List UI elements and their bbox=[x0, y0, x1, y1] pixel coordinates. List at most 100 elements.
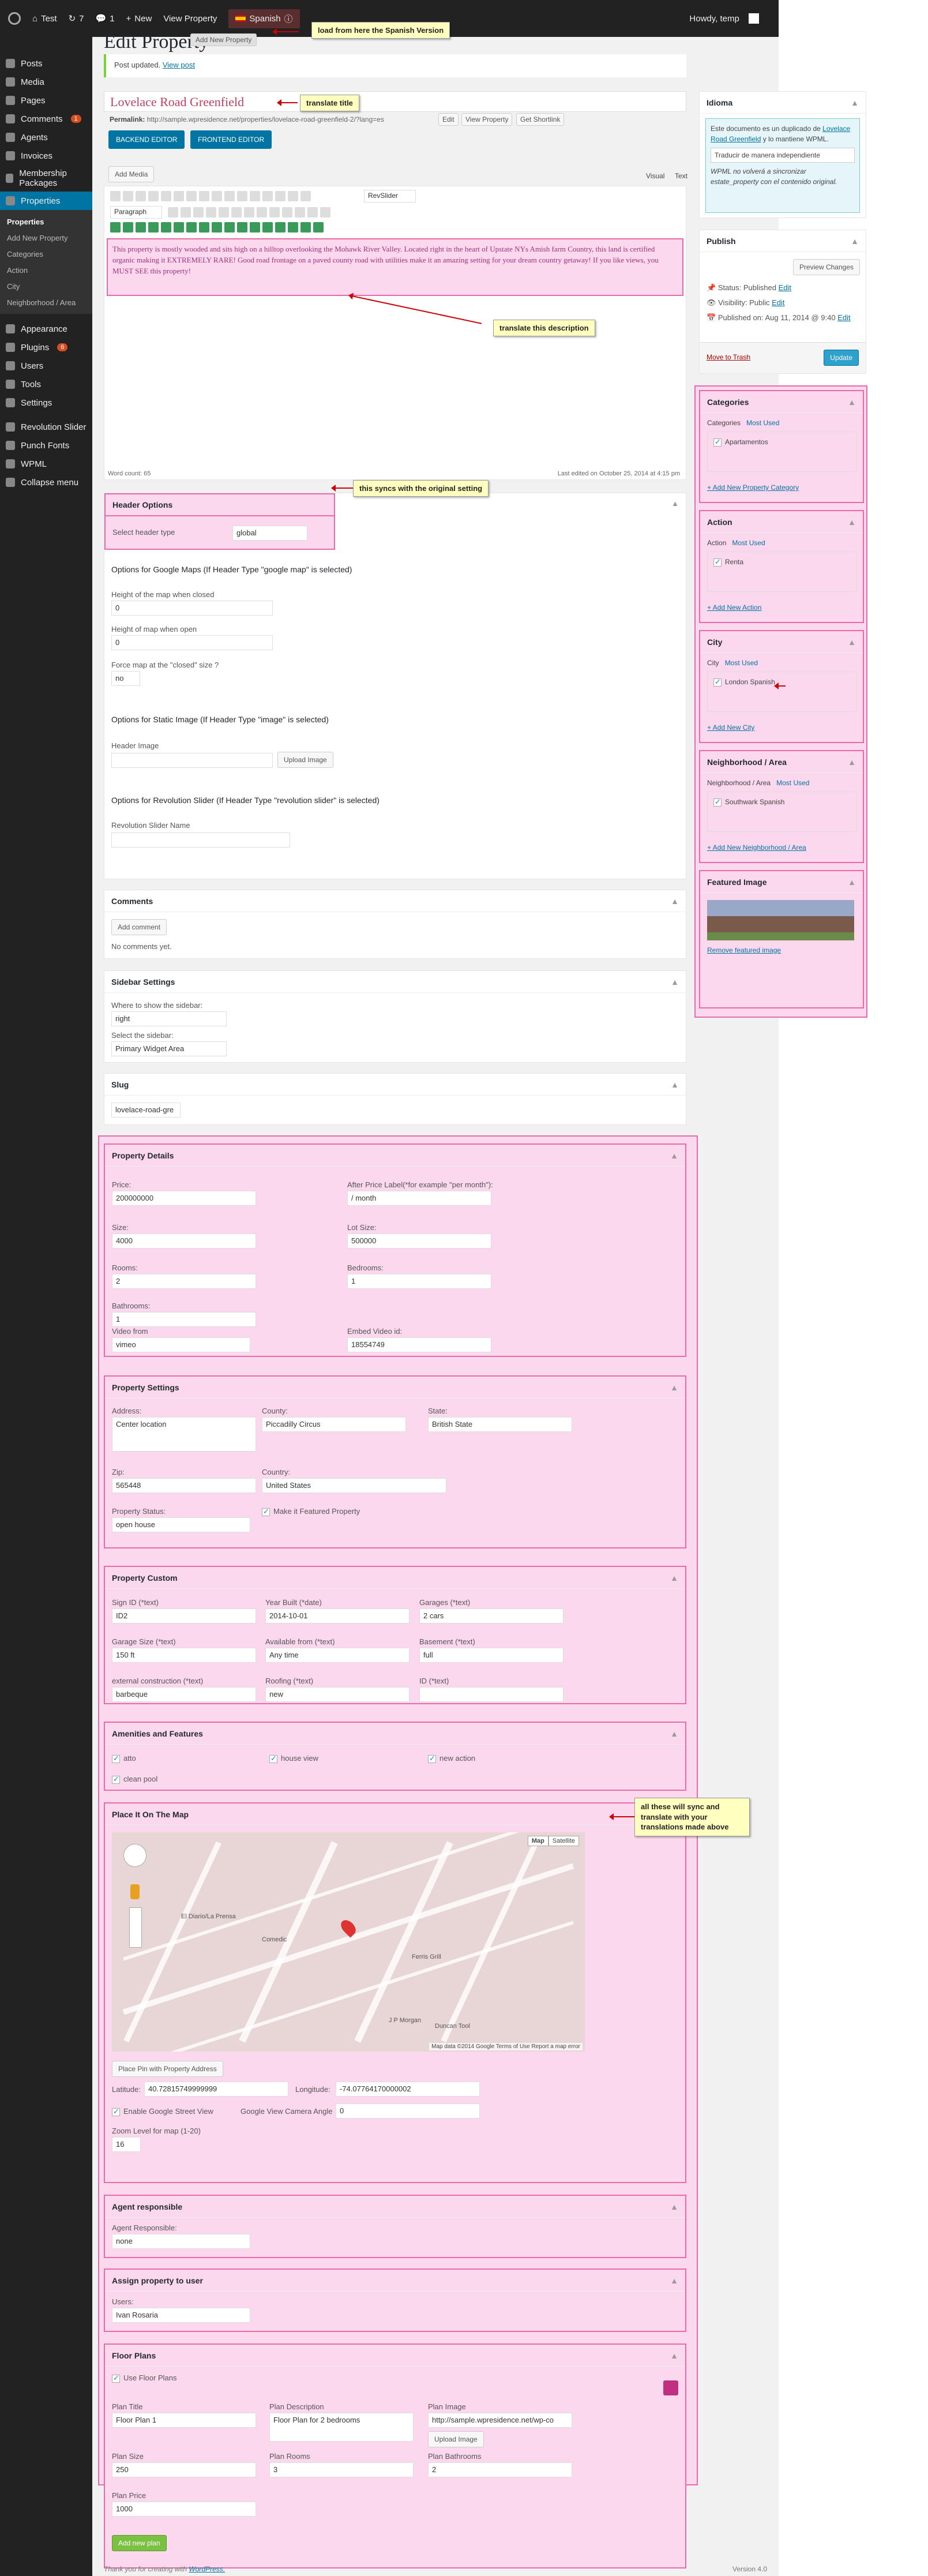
menu-comments[interactable]: Comments 1 bbox=[0, 110, 92, 128]
plan-bathrooms-input[interactable]: 2 bbox=[428, 2462, 572, 2477]
city-checkbox[interactable] bbox=[713, 677, 722, 687]
permalink-url[interactable]: http://sample.wpresidence.net/properties… bbox=[147, 115, 384, 123]
sidebar-where-select[interactable]: right bbox=[111, 1011, 227, 1026]
editor-toolbar-row1[interactable] bbox=[110, 191, 311, 201]
agent-select[interactable]: none bbox=[112, 2234, 250, 2249]
collapse-icon[interactable]: ▲ bbox=[671, 897, 679, 906]
view-post-link[interactable]: View post bbox=[163, 61, 195, 69]
menu-appearance[interactable]: Appearance bbox=[0, 320, 92, 338]
map-type-satellite-button[interactable]: Satellite bbox=[548, 1836, 579, 1846]
revslider-name-input[interactable] bbox=[111, 833, 290, 848]
view-property-button[interactable]: View Property bbox=[461, 113, 513, 126]
place-pin-button[interactable]: Place Pin with Property Address bbox=[112, 2061, 223, 2077]
menu-agents[interactable]: Agents bbox=[0, 128, 92, 147]
map-pan-control[interactable] bbox=[123, 1844, 146, 1867]
collapse-icon[interactable]: ▲ bbox=[671, 499, 679, 508]
collapse-icon[interactable]: ▲ bbox=[848, 518, 856, 527]
plan-image-input[interactable]: http://sample.wpresidence.net/wp-co bbox=[428, 2413, 572, 2428]
plan-size-input[interactable]: 250 bbox=[112, 2462, 256, 2477]
add-new-category-link[interactable]: + Add New Property Category bbox=[707, 483, 799, 492]
tab-most-used[interactable]: Most Used bbox=[725, 659, 758, 667]
amenity-item[interactable]: atto bbox=[112, 1754, 136, 1763]
amenity-item[interactable]: new action bbox=[428, 1754, 475, 1763]
submenu-action[interactable]: Action bbox=[0, 262, 92, 278]
price-input[interactable]: 200000000 bbox=[112, 1191, 256, 1206]
editor-toolbar-row2[interactable] bbox=[168, 207, 330, 218]
submenu-neighborhood[interactable]: Neighborhood / Area bbox=[0, 294, 92, 310]
howdy-user-link[interactable]: Howdy, temp bbox=[689, 13, 759, 24]
collapse-icon[interactable]: ▲ bbox=[848, 638, 856, 647]
upload-image-button[interactable]: Upload Image bbox=[277, 752, 333, 768]
menu-settings[interactable]: Settings bbox=[0, 393, 92, 412]
add-media-button[interactable]: Add Media bbox=[108, 166, 155, 182]
menu-pages[interactable]: Pages bbox=[0, 91, 92, 110]
plan-price-input[interactable]: 1000 bbox=[112, 2502, 256, 2517]
state-input[interactable]: British State bbox=[428, 1417, 572, 1432]
amenity-item[interactable]: clean pool bbox=[112, 1775, 157, 1784]
submenu-properties[interactable]: Properties bbox=[0, 213, 92, 230]
visual-tab[interactable]: Visual bbox=[646, 172, 664, 180]
new-link[interactable]: + New bbox=[126, 14, 152, 24]
longitude-input[interactable]: -74.07764170000002 bbox=[336, 2082, 480, 2097]
collapse-icon[interactable]: ▲ bbox=[848, 398, 856, 407]
menu-wpml[interactable]: WPML bbox=[0, 455, 92, 473]
video-from-select[interactable]: vimeo bbox=[112, 1337, 250, 1352]
amenity-checkbox[interactable] bbox=[428, 1754, 436, 1763]
tab-most-used[interactable]: Most Used bbox=[732, 539, 765, 547]
roofing-input[interactable]: new bbox=[265, 1687, 409, 1702]
preview-changes-button[interactable]: Preview Changes bbox=[792, 259, 860, 275]
tab-all-categories[interactable]: Categories bbox=[707, 419, 741, 427]
submenu-categories[interactable]: Categories bbox=[0, 246, 92, 262]
users-select[interactable]: Ivan Rosaria bbox=[112, 2308, 250, 2323]
delete-plan-icon[interactable] bbox=[663, 2380, 678, 2395]
updates-link[interactable]: ↻ 7 bbox=[69, 13, 84, 24]
garage-size-input[interactable]: 150 ft bbox=[112, 1648, 256, 1663]
external-construction-input[interactable]: barbeque bbox=[112, 1687, 256, 1702]
collapse-icon[interactable]: ▲ bbox=[851, 237, 859, 246]
featured-checkbox[interactable] bbox=[262, 1507, 270, 1516]
county-input[interactable]: Piccadilly Circus bbox=[262, 1417, 406, 1432]
size-input[interactable]: 4000 bbox=[112, 1233, 256, 1248]
map-height-closed-input[interactable]: 0 bbox=[111, 601, 273, 616]
submenu-city[interactable]: City bbox=[0, 278, 92, 294]
garages-input[interactable]: 2 cars bbox=[419, 1608, 563, 1623]
menu-collapse[interactable]: Collapse menu bbox=[0, 473, 92, 492]
menu-membership[interactable]: Membership Packages bbox=[0, 165, 92, 192]
plan-title-input[interactable]: Floor Plan 1 bbox=[112, 2413, 256, 2428]
collapse-icon[interactable]: ▲ bbox=[670, 2276, 678, 2285]
menu-media[interactable]: Media bbox=[0, 73, 92, 91]
collapse-icon[interactable]: ▲ bbox=[670, 2202, 678, 2211]
neighborhood-checkbox[interactable] bbox=[713, 797, 722, 807]
category-checkbox[interactable] bbox=[713, 437, 722, 447]
basement-input[interactable]: full bbox=[419, 1648, 563, 1663]
edit-visibility-link[interactable]: Edit bbox=[772, 298, 784, 307]
menu-invoices[interactable]: Invoices bbox=[0, 147, 92, 165]
wordpress-link[interactable]: WordPress. bbox=[189, 2565, 225, 2573]
tab-all-cities[interactable]: City bbox=[707, 659, 719, 667]
tab-most-used[interactable]: Most Used bbox=[746, 419, 779, 427]
country-select[interactable]: United States bbox=[262, 1478, 446, 1493]
collapse-icon[interactable]: ▲ bbox=[851, 98, 859, 107]
language-switcher[interactable]: Spanish ⓘ bbox=[228, 9, 300, 28]
header-type-select[interactable]: global bbox=[232, 526, 307, 541]
tab-all-neighborhoods[interactable]: Neighborhood / Area bbox=[707, 779, 771, 787]
collapse-icon[interactable]: ▲ bbox=[670, 1383, 678, 1392]
menu-tools[interactable]: Tools bbox=[0, 375, 92, 393]
add-new-neighborhood-link[interactable]: + Add New Neighborhood / Area bbox=[707, 843, 806, 852]
lot-size-input[interactable]: 500000 bbox=[347, 1233, 491, 1248]
address-input[interactable]: Center location bbox=[112, 1417, 256, 1452]
year-built-input[interactable]: 2014-10-01 bbox=[265, 1608, 409, 1623]
edit-status-link[interactable]: Edit bbox=[779, 283, 791, 292]
edit-date-link[interactable]: Edit bbox=[837, 313, 850, 322]
bedrooms-input[interactable]: 1 bbox=[347, 1274, 491, 1289]
status-select[interactable]: open house bbox=[112, 1517, 250, 1532]
zip-input[interactable]: 565448 bbox=[112, 1478, 256, 1493]
map-height-open-input[interactable]: 0 bbox=[111, 635, 273, 650]
zoom-level-select[interactable]: 16 bbox=[112, 2137, 141, 2152]
collapse-icon[interactable]: ▲ bbox=[848, 878, 856, 887]
tab-all-actions[interactable]: Action bbox=[707, 539, 726, 547]
shortcode-toolbar[interactable] bbox=[110, 222, 324, 233]
plan-upload-image-button[interactable]: Upload Image bbox=[428, 2431, 484, 2447]
amenity-checkbox[interactable] bbox=[269, 1754, 277, 1763]
view-property-link[interactable]: View Property bbox=[163, 14, 217, 24]
